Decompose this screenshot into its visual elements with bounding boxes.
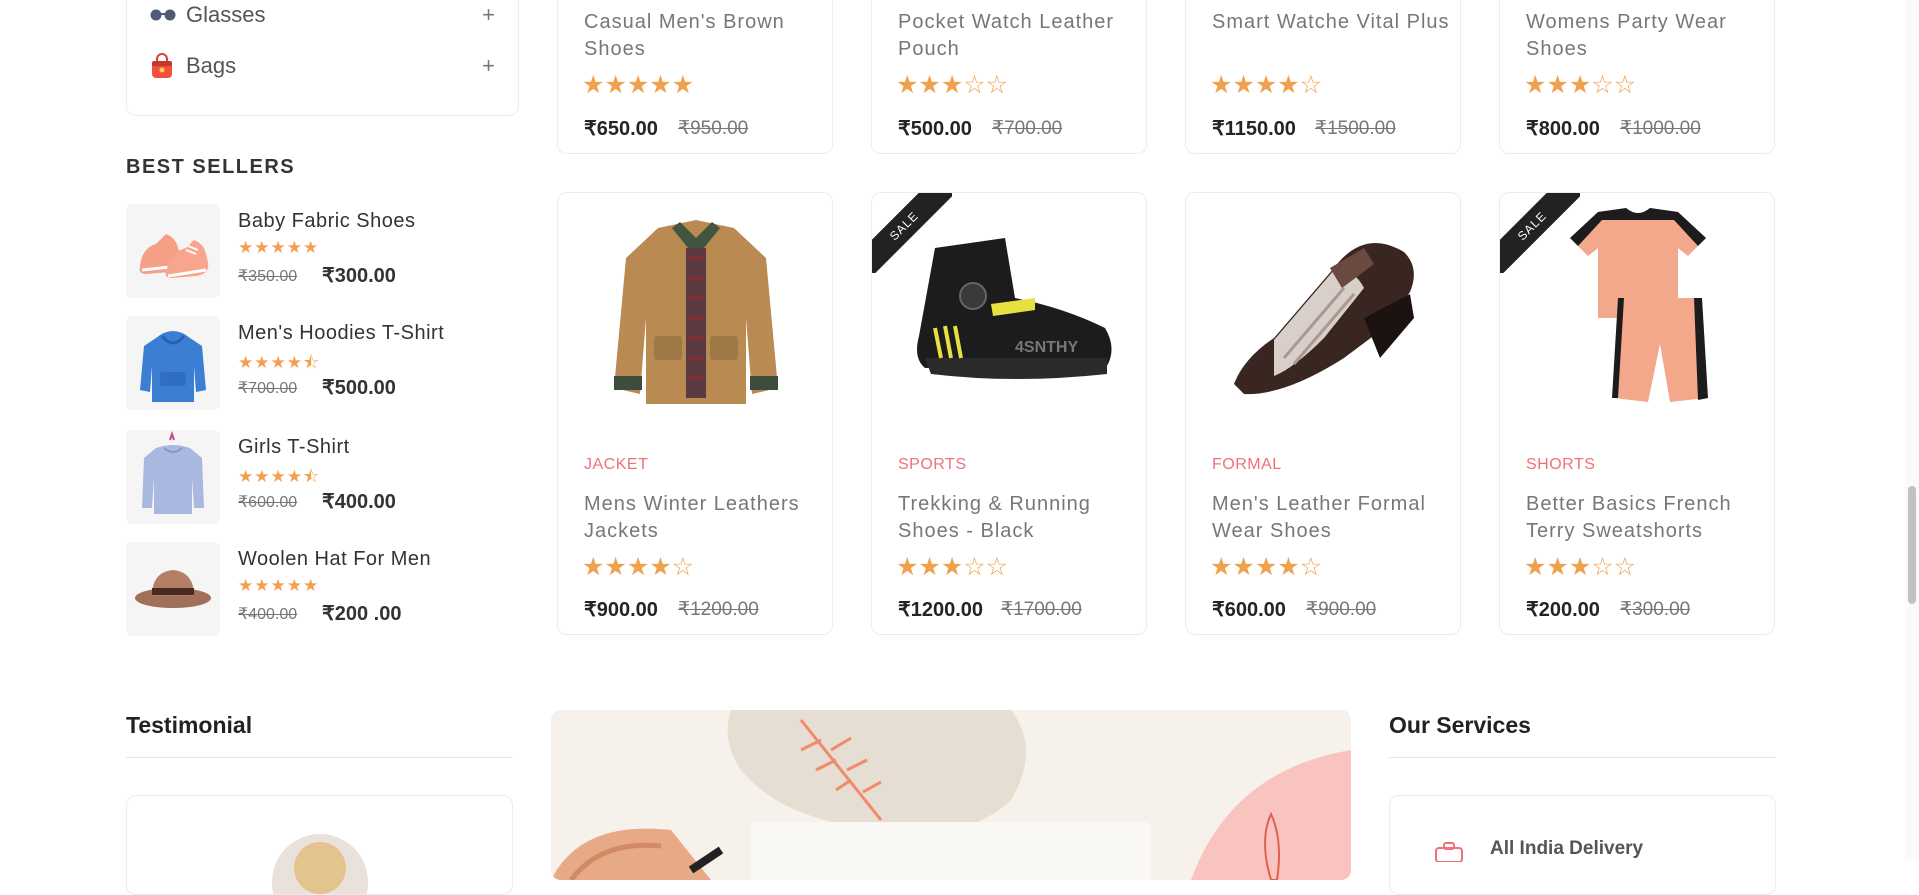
price: ₹650.00 [584,118,658,140]
service-item-label: All India Delivery [1490,838,1644,859]
product-card[interactable]: 4SNTHY SALE SPORTS Trekking & Running Sh… [871,192,1147,635]
rating-stars: ★★★★⯪ [238,467,321,486]
page-scrollbar[interactable] [1905,0,1919,860]
product-name[interactable]: Baby Fabric Shoes [238,210,415,233]
old-price: ₹300.00 [1620,599,1691,620]
category-label: Bags [186,53,237,78]
category-item-bags[interactable]: Bags + [150,51,495,81]
rating-stars: ★★★☆☆ [1524,71,1637,99]
rating-stars: ★★★★☆ [1210,553,1323,581]
category-label: Glasses [186,2,266,27]
product-card[interactable]: Smart Watche Vital Plus ★★★★☆ ₹1150.00 ₹… [1185,0,1461,154]
price: ₹500.00 [898,118,972,140]
price: ₹200.00 [1526,599,1600,621]
divider [126,757,513,758]
product-category[interactable]: SPORTS [898,456,967,474]
old-price: ₹1700.00 [1001,599,1082,620]
services-title: Our Services [1389,712,1531,738]
best-seller-item[interactable]: Girls T-Shirt ★★★★⯪ ₹600.00 ₹400.00 [126,430,526,524]
product-name[interactable]: Men's Leather Formal Wear Shoes [1212,491,1452,545]
product-card[interactable]: SALE SHORTS Better Basics French Terry S… [1499,192,1775,635]
product-category[interactable]: SHORTS [1526,456,1595,474]
best-seller-item[interactable]: Baby Fabric Shoes ★★★★★ ₹350.00 ₹300.00 [126,204,526,298]
product-name[interactable]: Pocket Watch Leather Pouch [898,9,1138,63]
product-category[interactable]: FORMAL [1212,456,1282,474]
old-price: ₹900.00 [1306,599,1377,620]
glasses-icon [150,8,178,22]
price: ₹600.00 [1212,599,1286,621]
best-sellers-title: BEST SELLERS [126,156,296,178]
product-card[interactable]: Pocket Watch Leather Pouch ★★★☆☆ ₹500.00… [871,0,1147,154]
sale-label: SALE [872,193,952,273]
price: ₹900.00 [584,599,658,621]
product-thumbnail[interactable] [126,316,220,410]
avatar [272,834,368,894]
testimonial-card [126,795,513,895]
sale-badge: SALE [1500,193,1580,273]
product-name[interactable]: Woolen Hat For Men [238,548,431,571]
product-name[interactable]: Girls T-Shirt [238,436,350,459]
expand-icon[interactable]: + [482,53,495,79]
old-price: ₹600.00 [238,494,298,511]
old-price: ₹700.00 [992,118,1063,139]
product-card[interactable]: Womens Party Wear Shoes ★★★☆☆ ₹800.00 ₹1… [1499,0,1775,154]
product-name[interactable]: Mens Winter Leathers Jackets [584,491,824,545]
rating-stars: ★★★☆☆ [896,553,1009,581]
expand-icon[interactable]: + [482,2,495,28]
best-seller-item[interactable]: Woolen Hat For Men ★★★★★ ₹400.00 ₹200 .0… [126,542,526,636]
price: ₹200 .00 [322,603,402,625]
price: ₹300.00 [322,265,396,287]
price: ₹1150.00 [1212,118,1296,140]
product-name[interactable]: Casual Men's Brown Shoes [584,9,824,63]
delivery-icon [1434,842,1464,867]
old-price: ₹400.00 [238,606,298,623]
old-price: ₹1500.00 [1315,118,1396,139]
product-thumbnail[interactable] [126,430,220,524]
old-price: ₹350.00 [238,268,298,285]
rating-stars: ★★★★☆ [1210,71,1323,99]
product-name[interactable]: Smart Watche Vital Plus [1212,9,1452,36]
price: ₹500.00 [322,377,396,399]
scrollbar-thumb[interactable] [1908,486,1916,604]
svg-text:4SNTHY: 4SNTHY [1015,339,1078,356]
product-name[interactable]: Men's Hoodies T-Shirt [238,322,444,345]
product-image[interactable] [1186,193,1460,423]
price: ₹1200.00 [898,599,984,621]
old-price: ₹700.00 [238,380,298,397]
best-seller-item[interactable]: Men's Hoodies T-Shirt ★★★★⯪ ₹700.00 ₹500… [126,316,526,410]
rating-stars: ★★★★★ [238,238,320,257]
price: ₹800.00 [1526,118,1600,140]
product-image[interactable] [558,193,832,423]
old-price: ₹1000.00 [1620,118,1701,139]
product-thumbnail[interactable] [126,542,220,636]
product-category[interactable]: JACKET [584,456,648,474]
product-card[interactable]: FORMAL Men's Leather Formal Wear Shoes ★… [1185,192,1461,635]
price: ₹400.00 [322,491,396,513]
service-card: All India Delivery [1389,795,1776,895]
divider [1389,757,1776,758]
bag-icon [150,53,178,79]
product-thumbnail[interactable] [126,204,220,298]
testimonial-title: Testimonial [126,712,253,738]
sale-badge: SALE [872,193,952,273]
rating-stars: ★★★☆☆ [896,71,1009,99]
product-card[interactable]: JACKET Mens Winter Leathers Jackets ★★★★… [557,192,833,635]
rating-stars: ★★★★★ [238,576,320,595]
sale-label: SALE [1500,193,1580,273]
product-card[interactable]: Casual Men's Brown Shoes ★★★★★ ₹650.00 ₹… [557,0,833,154]
category-item-glasses[interactable]: Glasses + [150,0,495,30]
old-price: ₹950.00 [678,118,749,139]
rating-stars: ★★★★★ [582,71,695,99]
product-name[interactable]: Trekking & Running Shoes - Black [898,491,1138,545]
old-price: ₹1200.00 [678,599,759,620]
product-name[interactable]: Womens Party Wear Shoes [1526,9,1766,63]
rating-stars: ★★★☆☆ [1524,553,1637,581]
promo-banner[interactable] [551,710,1351,880]
rating-stars: ★★★★⯪ [238,353,321,372]
rating-stars: ★★★★☆ [582,553,695,581]
product-name[interactable]: Better Basics French Terry Sweatshorts [1526,491,1766,545]
